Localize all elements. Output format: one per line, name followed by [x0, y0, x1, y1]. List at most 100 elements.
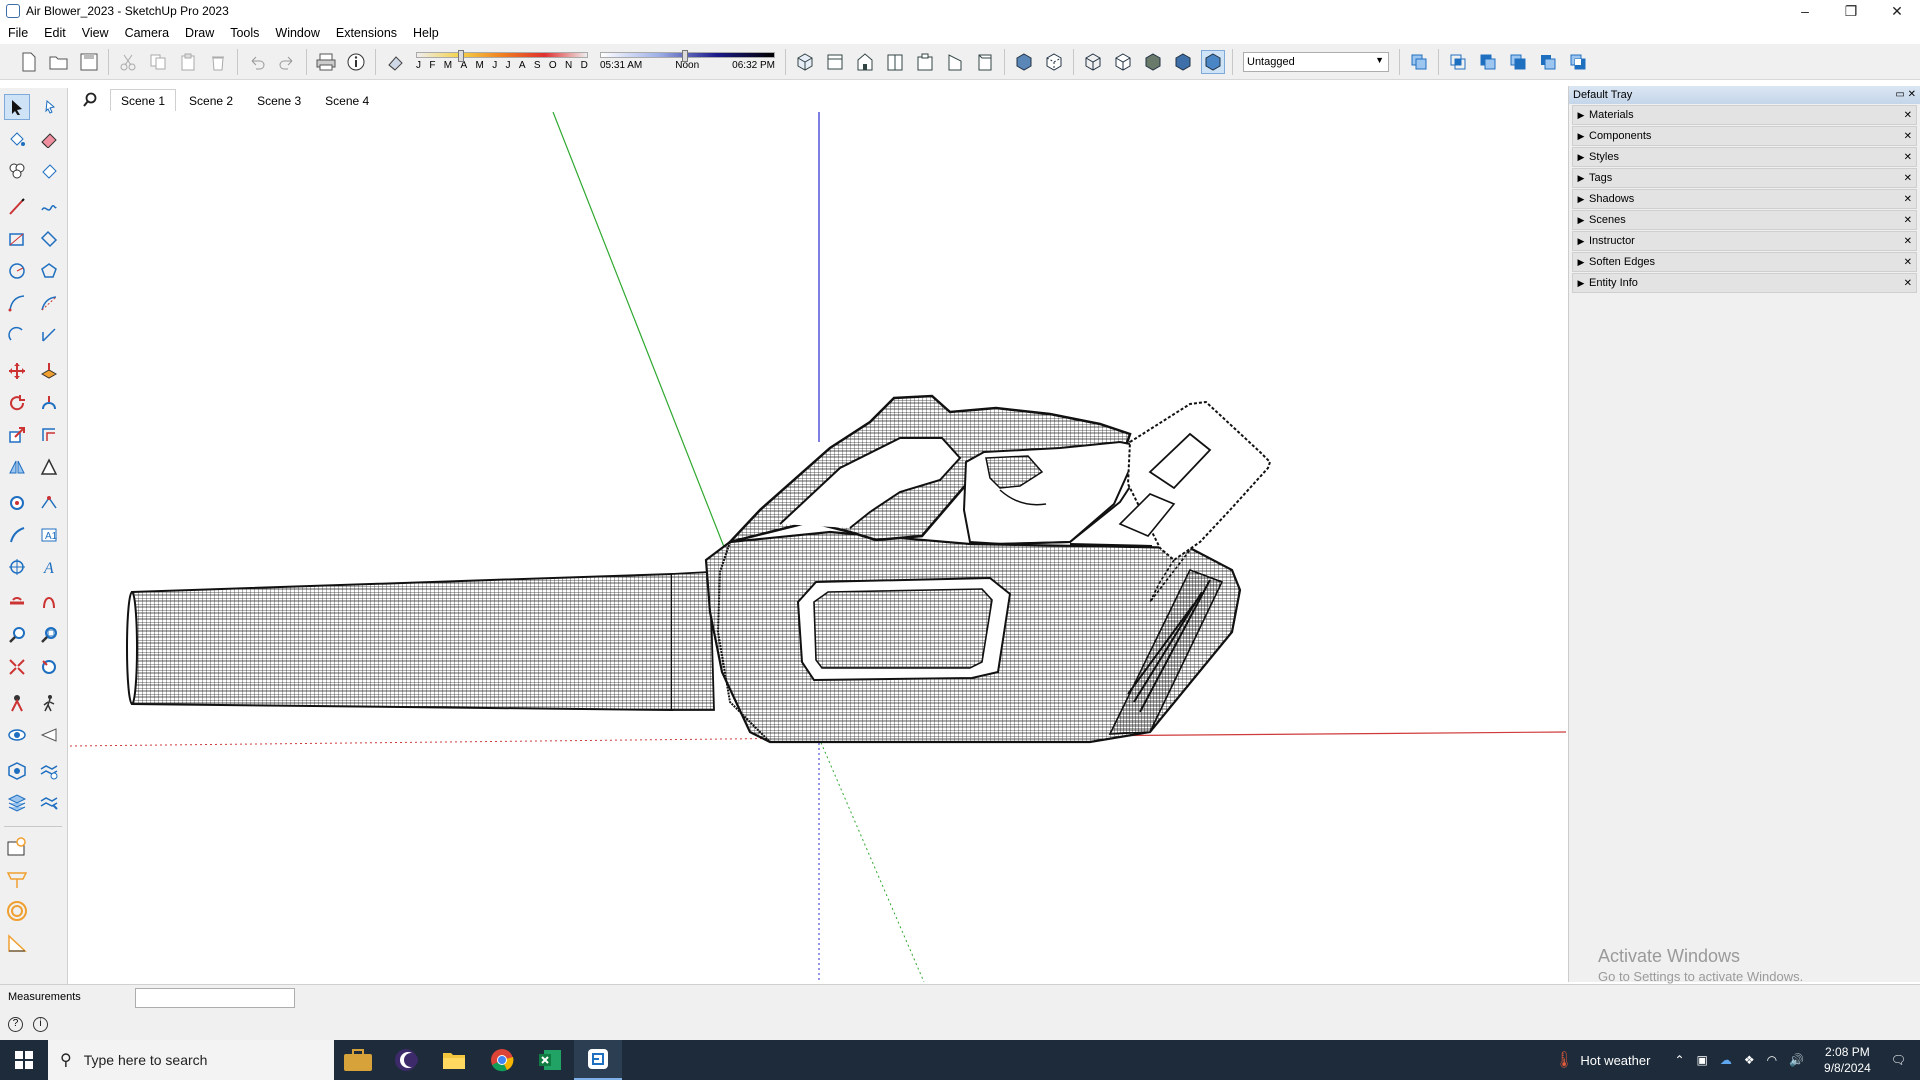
warehouse-icon[interactable] — [4, 866, 30, 892]
shadow-time-slider[interactable]: 05:31 AM Noon 06:32 PM — [600, 50, 775, 71]
tab-scene-4[interactable]: Scene 4 — [314, 89, 380, 111]
cut-icon[interactable] — [116, 50, 140, 74]
menu-extensions[interactable]: Extensions — [328, 26, 405, 40]
model-viewport[interactable] — [70, 112, 1566, 982]
previous-view-icon[interactable] — [36, 654, 62, 680]
menu-help[interactable]: Help — [405, 26, 447, 40]
new-file-icon[interactable] — [17, 50, 41, 74]
model-canvas[interactable] — [70, 112, 1566, 982]
arc-tool-icon[interactable] — [4, 290, 30, 316]
menu-camera[interactable]: Camera — [117, 26, 177, 40]
lasso-select-icon[interactable] — [36, 94, 62, 120]
panel-entity-info[interactable]: ▶ Entity Info ✕ — [1572, 273, 1917, 293]
close-icon[interactable]: ✕ — [1904, 110, 1912, 121]
chevron-up-icon[interactable]: ⌃ — [1674, 1053, 1684, 1067]
layers-stack-icon[interactable] — [4, 790, 30, 816]
rotate-tool-icon[interactable] — [4, 390, 30, 416]
zoom-tool-icon[interactable] — [4, 622, 30, 648]
3d-text-icon[interactable]: A — [36, 554, 62, 580]
rotated-rectangle-icon[interactable] — [36, 226, 62, 252]
scale-tool-icon[interactable] — [4, 422, 30, 448]
top-view-icon[interactable] — [823, 50, 847, 74]
close-icon[interactable]: ✕ — [1904, 236, 1912, 247]
onedrive-icon[interactable]: ☁ — [1720, 1053, 1732, 1067]
wifi-icon[interactable]: ◠ — [1767, 1053, 1777, 1067]
solid-union-icon[interactable] — [1407, 50, 1431, 74]
shadows-toggle-icon[interactable] — [383, 50, 407, 74]
move-tool-icon[interactable] — [4, 358, 30, 384]
rectangle-tool-icon[interactable] — [4, 226, 30, 252]
select-tool-icon[interactable] — [4, 94, 30, 120]
extension-rings-icon[interactable] — [4, 898, 30, 924]
solid-subtract-icon[interactable] — [1506, 50, 1530, 74]
copy-icon[interactable] — [146, 50, 170, 74]
close-icon[interactable]: ✕ — [1904, 173, 1912, 184]
panel-scenes[interactable]: ▶ Scenes ✕ — [1572, 210, 1917, 230]
maximize-button[interactable]: ❐ — [1828, 0, 1874, 22]
close-icon[interactable]: ✕ — [1904, 215, 1912, 226]
chrome-icon[interactable] — [478, 1040, 526, 1080]
undo-icon[interactable] — [245, 50, 269, 74]
close-icon[interactable]: ✕ — [1904, 194, 1912, 205]
terrain-icon[interactable] — [36, 758, 62, 784]
file-explorer-icon[interactable] — [430, 1040, 478, 1080]
model-info-icon[interactable] — [344, 50, 368, 74]
blower-nozzle[interactable] — [126, 571, 715, 712]
polygon-tool-icon[interactable] — [36, 258, 62, 284]
menu-tools[interactable]: Tools — [222, 26, 267, 40]
tag-tool-icon[interactable] — [4, 158, 30, 184]
hidden-line-icon[interactable] — [1111, 50, 1135, 74]
follow-me-icon[interactable] — [36, 390, 62, 416]
protractor-icon[interactable] — [36, 490, 62, 516]
solid-outer-shell-icon[interactable] — [1476, 50, 1500, 74]
right-view-icon[interactable] — [883, 50, 907, 74]
open-folder-icon[interactable] — [47, 50, 71, 74]
excel-icon[interactable] — [526, 1040, 574, 1080]
orbit-tool-icon[interactable] — [4, 590, 30, 616]
rectangle-erase-icon[interactable] — [36, 158, 62, 184]
panel-tags[interactable]: ▶ Tags ✕ — [1572, 168, 1917, 188]
three-point-arc-icon[interactable] — [4, 322, 30, 348]
shadow-date-slider[interactable]: J F M A M J J A S O N D — [416, 50, 588, 71]
circle-tool-icon[interactable] — [4, 258, 30, 284]
sketchup-taskbar-icon[interactable] — [574, 1040, 622, 1080]
push-pull-icon[interactable] — [36, 358, 62, 384]
taskbar-clock[interactable]: 2:08 PM 9/8/2024 — [1824, 1044, 1871, 1076]
eclipse-app-icon[interactable] — [382, 1040, 430, 1080]
monochrome-icon[interactable] — [1201, 49, 1225, 74]
position-camera-icon[interactable] — [4, 690, 30, 716]
scene-search-icon[interactable] — [70, 89, 110, 111]
panel-materials[interactable]: ▶ Materials ✕ — [1572, 105, 1917, 125]
tab-scene-1[interactable]: Scene 1 — [110, 89, 177, 111]
text-tool-icon[interactable] — [4, 522, 30, 548]
panel-instructor[interactable]: ▶ Instructor ✕ — [1572, 231, 1917, 251]
front-view-icon[interactable] — [853, 50, 877, 74]
notifications-icon[interactable]: 🗨 — [1891, 1053, 1906, 1067]
back-view-icon[interactable] — [913, 50, 937, 74]
tag-dropdown[interactable]: Untagged ▼ — [1243, 51, 1389, 72]
print-icon[interactable] — [314, 50, 338, 74]
panel-shadows[interactable]: ▶ Shadows ✕ — [1572, 189, 1917, 209]
weather-icon[interactable]: 🌡 — [1554, 1050, 1574, 1070]
eraser-icon[interactable] — [36, 126, 62, 152]
measurements-input[interactable] — [135, 988, 295, 1008]
blower-body[interactable] — [704, 530, 1242, 744]
meet-now-icon[interactable]: ▣ — [1697, 1053, 1708, 1067]
line-tool-icon[interactable] — [4, 194, 30, 220]
freehand-icon[interactable] — [36, 194, 62, 220]
menu-view[interactable]: View — [74, 26, 117, 40]
solid-split-icon[interactable] — [1566, 50, 1590, 74]
geo-location-icon[interactable]: ? — [8, 1017, 23, 1032]
close-icon[interactable]: ✕ — [1904, 131, 1912, 142]
taskbar-search-box[interactable]: ⚲ Type here to search — [48, 1040, 334, 1080]
solid-trim-icon[interactable] — [1536, 50, 1560, 74]
info-icon[interactable]: i — [33, 1017, 48, 1032]
volume-icon[interactable]: 🔊 — [1789, 1053, 1804, 1067]
paste-icon[interactable] — [176, 50, 200, 74]
iso-view-icon[interactable] — [793, 50, 817, 74]
two-point-arc-icon[interactable] — [36, 290, 62, 316]
close-icon[interactable]: ✕ — [1904, 257, 1912, 268]
solid-intersect-icon[interactable] — [1446, 50, 1470, 74]
wireframe-icon[interactable] — [1081, 50, 1105, 74]
menu-window[interactable]: Window — [267, 26, 327, 40]
